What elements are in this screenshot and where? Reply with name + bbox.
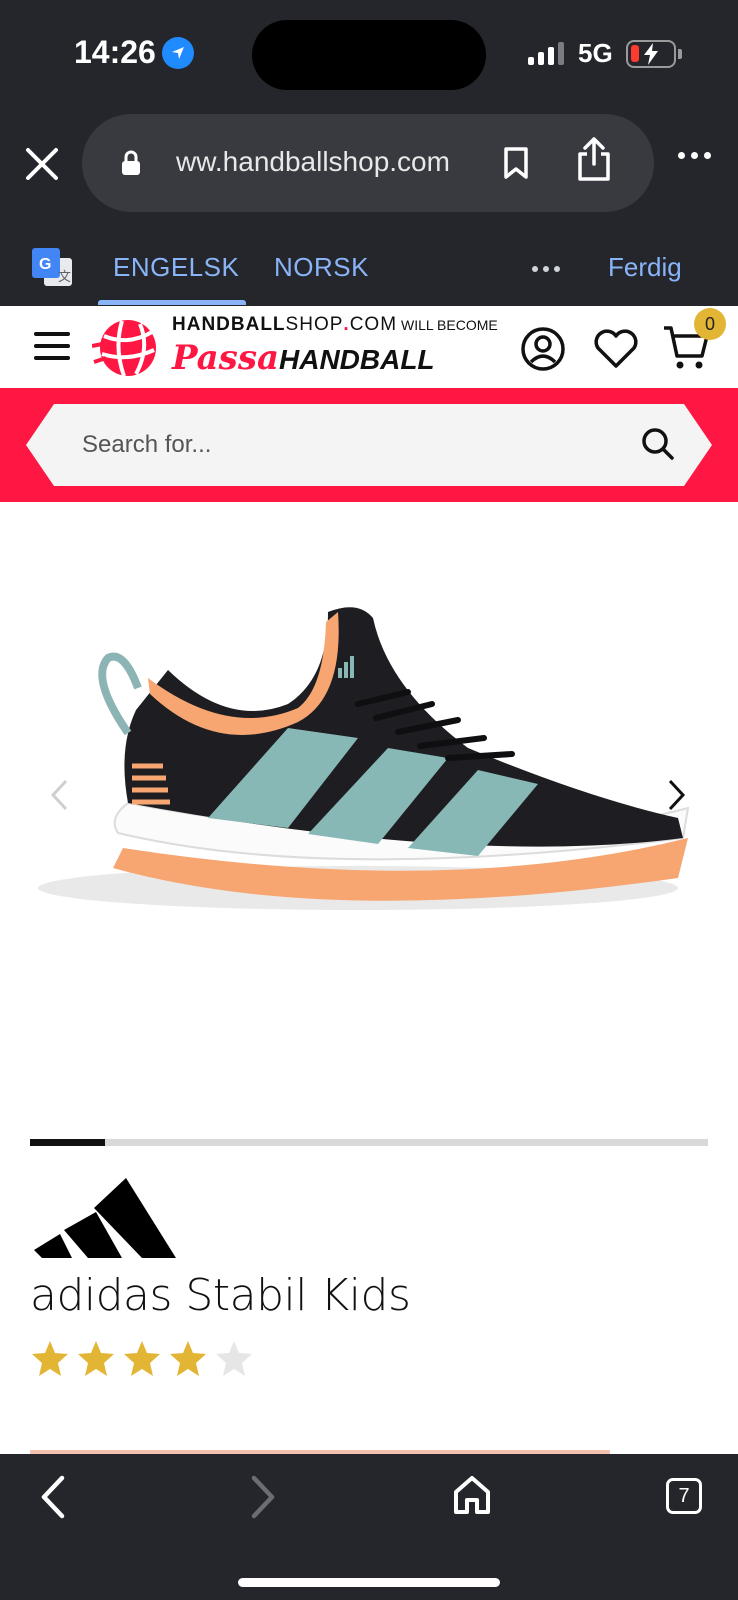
location-icon xyxy=(161,36,194,69)
signal-icon xyxy=(528,42,564,65)
time-text: 14:26 xyxy=(74,34,156,70)
star-filled-icon xyxy=(32,1341,68,1376)
search-icon[interactable] xyxy=(640,426,676,462)
handball-logo-icon[interactable] xyxy=(92,316,164,380)
logo-wordmark-bottom: PassaHANDBALL xyxy=(172,338,435,378)
logo-handball-bottom-text: HANDBALL xyxy=(279,344,435,375)
tab-norwegian[interactable]: NORSK xyxy=(274,252,369,283)
chevron-right-icon[interactable] xyxy=(664,778,688,812)
search-input[interactable] xyxy=(82,404,642,486)
active-tab-indicator xyxy=(98,300,246,305)
rating-stars xyxy=(30,1340,254,1378)
network-label: 5G xyxy=(578,38,613,68)
done-button[interactable]: Ferdig xyxy=(608,252,682,283)
wishlist-heart-icon[interactable] xyxy=(592,328,640,370)
browser-toolbar: ww.handballshop.com xyxy=(0,108,738,228)
logo-com-text: COM xyxy=(349,314,398,335)
status-bar: 14:26 5G xyxy=(0,0,738,108)
site-header: HANDBALLSHOP.COM WILL BECOME PassaHANDBAL… xyxy=(0,306,738,388)
chevron-left-icon[interactable] xyxy=(38,1474,68,1520)
star-filled-icon xyxy=(170,1341,206,1376)
translate-options-icon[interactable] xyxy=(532,266,560,272)
adidas-logo[interactable] xyxy=(34,1178,176,1260)
cart-count-badge: 0 xyxy=(694,308,726,340)
svg-text:G: G xyxy=(39,256,51,273)
logo-will-become-text: WILL BECOME xyxy=(401,317,498,333)
star-filled-icon xyxy=(124,1341,160,1376)
bookmark-icon[interactable] xyxy=(502,146,530,180)
shoe-image[interactable] xyxy=(28,598,708,958)
logo-passa-text: Passa xyxy=(172,338,279,378)
google-translate-icon: G 文 xyxy=(32,248,72,286)
clock: 14:26 xyxy=(74,34,194,71)
tabs-button[interactable]: 7 xyxy=(666,1478,702,1514)
star-empty-icon xyxy=(216,1341,252,1376)
close-icon[interactable] xyxy=(22,144,62,184)
logo-shop-text: SHOP xyxy=(285,314,344,335)
tab-english[interactable]: ENGELSK xyxy=(113,252,239,283)
share-icon[interactable] xyxy=(576,136,612,182)
logo-wordmark-top: HANDBALLSHOP.COM WILL BECOME xyxy=(172,314,498,336)
home-indicator xyxy=(238,1578,500,1587)
product-gallery xyxy=(0,502,738,1122)
svg-text:文: 文 xyxy=(58,270,71,285)
address-bar[interactable]: ww.handballshop.com xyxy=(82,114,654,212)
lock-icon xyxy=(122,150,140,175)
translate-bar: G 文 ENGELSK NORSK Ferdig xyxy=(0,228,738,306)
gallery-progress-fill xyxy=(30,1139,105,1146)
gallery-progress-bar xyxy=(30,1139,708,1146)
browser-bottom-bar: 7 xyxy=(0,1454,738,1600)
product-title: adidas Stabil Kids xyxy=(30,1270,411,1321)
dynamic-island xyxy=(252,20,486,90)
more-menu-icon[interactable] xyxy=(678,152,711,159)
home-icon[interactable] xyxy=(452,1474,492,1516)
search-band xyxy=(0,388,738,502)
account-icon[interactable] xyxy=(520,326,566,372)
chevron-right-icon[interactable] xyxy=(248,1474,278,1520)
battery-icon xyxy=(626,40,682,68)
star-filled-icon xyxy=(78,1341,114,1376)
logo-handball-text: HANDBALL xyxy=(172,314,286,335)
menu-icon[interactable] xyxy=(34,332,70,360)
url-text[interactable]: ww.handballshop.com xyxy=(176,146,476,178)
